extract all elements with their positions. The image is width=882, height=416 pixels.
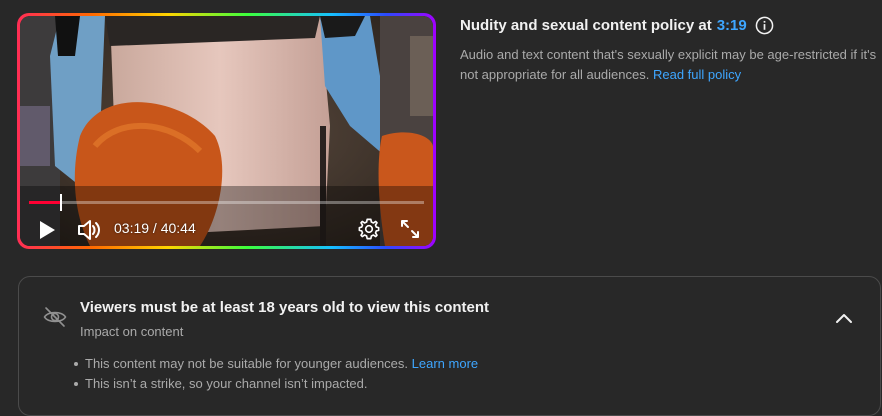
bullet-text: This content may not be suitable for you…: [85, 356, 409, 371]
video-player[interactable]: 03:19 / 40:44: [17, 13, 436, 249]
play-button[interactable]: [36, 219, 58, 241]
gear-icon: [358, 218, 380, 240]
restriction-subtitle: Impact on content: [80, 324, 184, 339]
fullscreen-button[interactable]: [399, 218, 421, 240]
settings-button[interactable]: [357, 217, 381, 241]
video-thumbnail: [20, 16, 433, 246]
progress-bar[interactable]: [29, 194, 424, 211]
bullet-text: This isn’t a strike, so your channel isn…: [85, 376, 368, 391]
policy-timestamp-link[interactable]: 3:19: [717, 17, 747, 34]
policy-title-text: Nudity and sexual content policy at: [460, 17, 712, 34]
progress-scrubber[interactable]: [59, 194, 62, 211]
progress-played: [29, 201, 61, 204]
eye-off-icon: [43, 306, 67, 333]
play-icon: [40, 221, 55, 239]
read-full-policy-link[interactable]: Read full policy: [653, 67, 741, 82]
collapse-button[interactable]: [830, 304, 858, 332]
policy-description: Audio and text content that's sexually e…: [460, 45, 880, 85]
restriction-title: Viewers must be at least 18 years old to…: [80, 299, 490, 316]
fullscreen-icon: [401, 220, 419, 238]
volume-icon: [78, 220, 100, 240]
learn-more-link[interactable]: Learn more: [412, 354, 478, 374]
restriction-card: Viewers must be at least 18 years old to…: [18, 276, 881, 416]
list-item: This content may not be suitable for you…: [74, 354, 478, 374]
time-display: 03:19 / 40:44: [114, 220, 196, 236]
chevron-up-icon: [836, 314, 852, 323]
volume-button[interactable]: [76, 217, 102, 243]
info-icon[interactable]: [755, 16, 774, 35]
policy-title: Nudity and sexual content policy at 3:19: [460, 16, 774, 35]
video-frame-container[interactable]: 03:19 / 40:44: [20, 16, 433, 246]
restriction-bullets: This content may not be suitable for you…: [74, 354, 478, 394]
list-item: This isn’t a strike, so your channel isn…: [74, 374, 478, 394]
